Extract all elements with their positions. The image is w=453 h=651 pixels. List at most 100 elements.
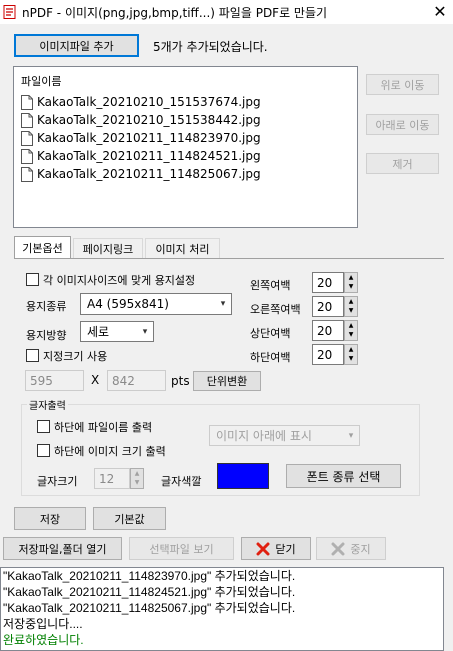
print-size-label: 하단에 이미지 크기 출력 <box>54 445 166 458</box>
log-line: 저장중입니다.... <box>3 617 83 631</box>
margin-top-input[interactable]: 20 <box>312 320 344 341</box>
margin-bottom-input[interactable]: 20 <box>312 344 344 365</box>
margin-left-label: 왼쪽여백 <box>250 279 291 292</box>
margin-right-label: 오른쪽여백 <box>250 303 301 316</box>
chevron-down-icon: ▾ <box>348 430 354 441</box>
file-list-items: KakaoTalk_20210210_151537674.jpg KakaoTa… <box>21 93 261 183</box>
arrow-down-icon[interactable]: ▼ <box>345 355 357 365</box>
arrow-down-icon[interactable]: ▼ <box>131 479 143 489</box>
margin-top-label: 상단여백 <box>250 327 291 340</box>
font-size-stepper[interactable]: 12 ▲ ▼ <box>94 468 144 489</box>
arrow-up-icon[interactable]: ▲ <box>345 321 357 331</box>
tab-page-link[interactable]: 페이지링크 <box>73 238 143 258</box>
font-color-swatch[interactable] <box>217 463 269 489</box>
file-name: KakaoTalk_20210211_114824521.jpg <box>37 149 261 163</box>
list-item[interactable]: KakaoTalk_20210210_151537674.jpg <box>21 93 261 111</box>
margin-right-stepper[interactable]: 20 ▲ ▼ <box>312 296 358 317</box>
default-button[interactable]: 기본값 <box>93 507 166 530</box>
custom-size-label: 지정크기 사용 <box>43 350 108 363</box>
file-icon <box>21 94 33 110</box>
title-bar: nPDF - 이미지(png,jpg,bmp,tiff...) 파일을 PDF로… <box>0 0 453 24</box>
chevron-down-icon: ▾ <box>142 326 148 337</box>
file-list[interactable]: 파일이름 KakaoTalk_20210210_151537674.jpg Ka… <box>13 66 358 228</box>
file-name: KakaoTalk_20210211_114823970.jpg <box>37 131 261 145</box>
log-line: "KakaoTalk_20210211_114823970.jpg" 추가되었습… <box>3 569 296 583</box>
file-list-header: 파일이름 <box>21 75 62 88</box>
margin-bottom-label: 하단여백 <box>250 351 291 364</box>
list-item[interactable]: KakaoTalk_20210210_151538442.jpg <box>21 111 261 129</box>
print-filename-label: 하단에 파일이름 출력 <box>54 421 153 434</box>
text-position-value: 이미지 아래에 표시 <box>216 429 312 443</box>
custom-size-checkbox[interactable] <box>26 349 39 362</box>
file-icon <box>21 148 33 164</box>
file-icon <box>21 166 33 182</box>
log-panel[interactable]: "KakaoTalk_20210211_114823970.jpg" 추가되었습… <box>0 567 444 651</box>
arrow-down-icon[interactable]: ▼ <box>345 307 357 317</box>
file-name: KakaoTalk_20210210_151537674.jpg <box>37 95 261 109</box>
margin-top-stepper[interactable]: 20 ▲ ▼ <box>312 320 358 341</box>
open-save-folder-button[interactable]: 저장파일,폴더 열기 <box>3 537 122 560</box>
arrow-up-icon[interactable]: ▲ <box>345 345 357 355</box>
log-line: "KakaoTalk_20210211_114825067.jpg" 추가되었습… <box>3 601 296 615</box>
margin-top-spin[interactable]: ▲ ▼ <box>344 320 358 341</box>
arrow-up-icon[interactable]: ▲ <box>345 273 357 283</box>
orientation-select[interactable]: 세로 ▾ <box>80 321 154 342</box>
print-size-checkbox[interactable] <box>37 444 50 457</box>
unit-label: pts <box>171 374 190 388</box>
margin-bottom-stepper[interactable]: 20 ▲ ▼ <box>312 344 358 365</box>
window-close-icon[interactable]: ✕ <box>428 1 452 23</box>
arrow-up-icon[interactable]: ▲ <box>345 297 357 307</box>
arrow-down-icon[interactable]: ▼ <box>345 331 357 341</box>
font-size-label: 글자크기 <box>37 475 78 488</box>
paper-type-select[interactable]: A4 (595x841) ▾ <box>80 293 232 315</box>
log-line: "KakaoTalk_20210211_114824521.jpg" 추가되었습… <box>3 585 296 599</box>
move-down-button[interactable]: 아래로 이동 <box>366 114 439 135</box>
fit-paper-checkbox[interactable] <box>26 273 39 286</box>
paper-type-label: 용지종류 <box>26 300 67 313</box>
text-output-group-label: 글자출력 <box>27 397 68 412</box>
add-image-button[interactable]: 이미지파일 추가 <box>14 34 139 57</box>
margin-left-stepper[interactable]: 20 ▲ ▼ <box>312 272 358 293</box>
width-input[interactable]: 595 <box>25 370 84 391</box>
margin-left-spin[interactable]: ▲ ▼ <box>344 272 358 293</box>
remove-button[interactable]: 제거 <box>366 153 439 174</box>
list-item[interactable]: KakaoTalk_20210211_114825067.jpg <box>21 165 261 183</box>
orientation-value: 세로 <box>87 325 110 339</box>
margin-bottom-spin[interactable]: ▲ ▼ <box>344 344 358 365</box>
tab-basic-options[interactable]: 기본옵션 <box>14 236 71 258</box>
margin-right-input[interactable]: 20 <box>312 296 344 317</box>
file-icon <box>21 130 33 146</box>
arrow-down-icon[interactable]: ▼ <box>345 283 357 293</box>
margin-left-input[interactable]: 20 <box>312 272 344 293</box>
list-item[interactable]: KakaoTalk_20210211_114823970.jpg <box>21 129 261 147</box>
height-input[interactable]: 842 <box>107 370 166 391</box>
font-size-input[interactable]: 12 <box>94 468 130 489</box>
stop-icon <box>331 542 345 555</box>
list-item[interactable]: KakaoTalk_20210211_114824521.jpg <box>21 147 261 165</box>
close-button[interactable]: 닫기 <box>241 537 311 560</box>
tab-divider <box>14 258 444 259</box>
margin-right-spin[interactable]: ▲ ▼ <box>344 296 358 317</box>
file-name: KakaoTalk_20210211_114825067.jpg <box>37 167 261 181</box>
stop-button-label: 중지 <box>350 542 371 556</box>
print-filename-checkbox[interactable] <box>37 420 50 433</box>
orientation-label: 용지방향 <box>26 329 67 342</box>
save-button[interactable]: 저장 <box>14 507 86 530</box>
view-selected-button[interactable]: 선택파일 보기 <box>129 537 234 560</box>
app-pdf-icon <box>3 5 16 19</box>
font-size-spin[interactable]: ▲ ▼ <box>130 468 144 489</box>
stop-button[interactable]: 중지 <box>316 537 386 560</box>
size-x-label: X <box>91 373 100 387</box>
move-up-button[interactable]: 위로 이동 <box>366 74 439 95</box>
unit-convert-button[interactable]: 단위변환 <box>193 371 261 391</box>
text-position-select[interactable]: 이미지 아래에 표시 ▾ <box>209 425 360 446</box>
fit-paper-label: 각 이미지사이즈에 맞게 용지설정 <box>43 274 196 287</box>
arrow-up-icon[interactable]: ▲ <box>131 469 143 479</box>
font-color-label: 글자색깔 <box>161 475 202 488</box>
file-name: KakaoTalk_20210210_151538442.jpg <box>37 113 261 127</box>
tab-image-processing[interactable]: 이미지 처리 <box>145 238 220 258</box>
file-icon <box>21 112 33 128</box>
font-select-button[interactable]: 폰트 종류 선택 <box>286 464 401 488</box>
add-status-text: 5개가 추가되었습니다. <box>153 40 268 54</box>
chevron-down-icon: ▾ <box>220 299 226 309</box>
